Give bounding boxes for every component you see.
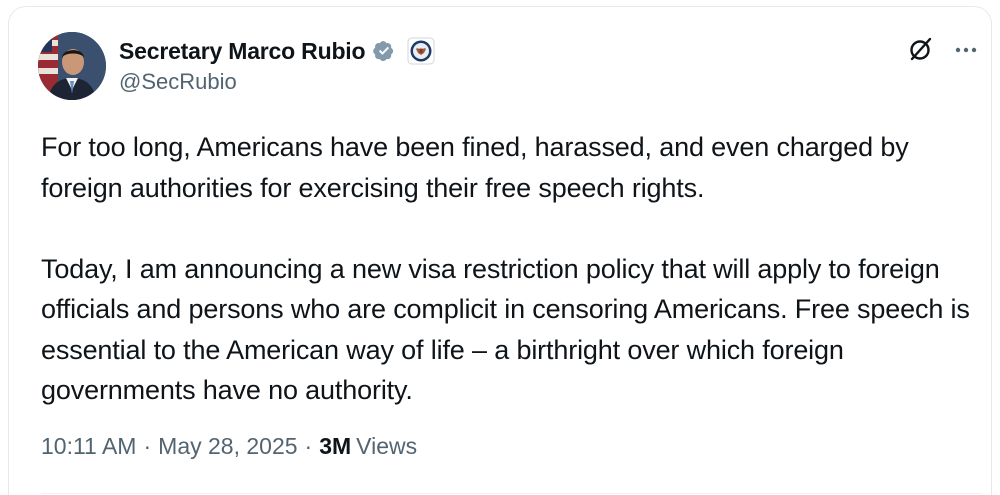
post-paragraph: Today, I am announcing a new visa restri… — [41, 253, 970, 406]
meta-separator: · — [304, 433, 313, 459]
post-text: For too long, Americans have been fined,… — [41, 127, 991, 411]
verified-badge-icon[interactable] — [371, 38, 397, 64]
meta-separator: · — [143, 433, 152, 459]
author-display-name[interactable]: Secretary Marco Rubio — [119, 38, 366, 65]
more-options-icon[interactable] — [953, 37, 979, 63]
divider — [41, 493, 981, 494]
avatar[interactable] — [38, 32, 106, 100]
author-handle[interactable]: @SecRubio — [119, 69, 237, 95]
post-date[interactable]: May 28, 2025 — [158, 433, 297, 460]
post-meta: 10:11 AM · May 28, 2025 · 3M Views — [41, 433, 417, 460]
state-department-seal-icon[interactable] — [407, 37, 435, 65]
post-time[interactable]: 10:11 AM — [41, 433, 136, 460]
grok-icon[interactable] — [907, 35, 935, 63]
author-name-row: Secretary Marco Rubio — [119, 35, 435, 67]
views-count[interactable]: 3M — [319, 433, 351, 460]
post-paragraph: For too long, Americans have been fined,… — [41, 132, 909, 203]
views-label[interactable]: Views — [356, 433, 417, 460]
tweet-card: Secretary Marco Rubio @SecRubio For too … — [8, 6, 992, 495]
